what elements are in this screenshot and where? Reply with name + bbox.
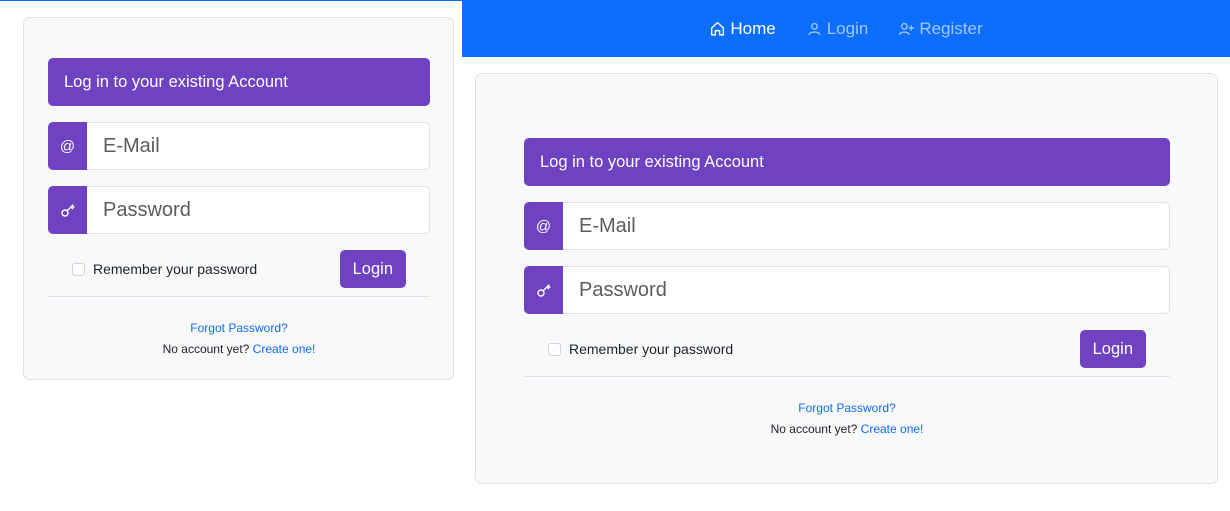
person-plus-icon xyxy=(899,22,915,36)
remember-label[interactable]: Remember your password xyxy=(569,341,733,357)
login-button[interactable]: Login xyxy=(339,250,406,288)
nav-login[interactable]: Login xyxy=(806,18,869,39)
email-field[interactable] xyxy=(87,122,430,170)
remember-checkbox[interactable] xyxy=(548,342,561,356)
form-actions-row: Remember your password Login xyxy=(48,250,430,288)
navbar: Home Login Register xyxy=(462,0,1230,57)
login-card-narrow: Log in to your existing Account @ Rememb… xyxy=(23,17,454,380)
remember-check: Remember your password xyxy=(548,341,1080,357)
remember-check: Remember your password xyxy=(72,261,340,277)
form-links: Forgot Password? No account yet? Create … xyxy=(48,318,430,360)
email-field[interactable] xyxy=(563,202,1170,250)
key-icon xyxy=(524,266,563,314)
login-form: Log in to your existing Account @ Rememb… xyxy=(48,58,430,360)
nav-home[interactable]: Home xyxy=(709,18,776,39)
create-account-link[interactable]: Create one! xyxy=(253,342,316,356)
login-form: Log in to your existing Account @ Rememb… xyxy=(524,138,1170,440)
divider xyxy=(48,296,430,297)
nav-register-label: Register xyxy=(919,18,983,38)
at-icon: @ xyxy=(524,202,563,250)
nav-login-label: Login xyxy=(826,18,869,38)
no-account-text: No account yet? xyxy=(770,422,858,436)
remember-checkbox[interactable] xyxy=(72,262,85,276)
key-icon xyxy=(48,186,87,234)
password-input-group xyxy=(48,186,430,234)
email-input-group: @ xyxy=(524,202,1170,250)
password-input-group xyxy=(524,266,1170,314)
forgot-password-link[interactable]: Forgot Password? xyxy=(798,401,895,415)
forgot-password-link[interactable]: Forgot Password? xyxy=(190,321,287,335)
form-header: Log in to your existing Account xyxy=(524,138,1170,186)
person-icon xyxy=(808,22,821,36)
form-actions-row: Remember your password Login xyxy=(524,330,1170,368)
nav-register[interactable]: Register xyxy=(898,18,983,39)
email-input-group: @ xyxy=(48,122,430,170)
top-border-line xyxy=(0,0,462,1)
house-icon xyxy=(711,21,725,36)
form-header: Log in to your existing Account xyxy=(48,58,430,106)
create-account-link[interactable]: Create one! xyxy=(861,422,924,436)
password-field[interactable] xyxy=(563,266,1170,314)
at-icon: @ xyxy=(48,122,87,170)
remember-label[interactable]: Remember your password xyxy=(93,261,257,277)
form-links: Forgot Password? No account yet? Create … xyxy=(524,398,1170,440)
nav-home-label: Home xyxy=(730,18,776,38)
login-card-wide: Log in to your existing Account @ Rememb… xyxy=(475,73,1218,484)
password-field[interactable] xyxy=(87,186,430,234)
login-button[interactable]: Login xyxy=(1079,330,1146,368)
no-account-text: No account yet? xyxy=(162,342,250,356)
divider xyxy=(524,376,1170,377)
